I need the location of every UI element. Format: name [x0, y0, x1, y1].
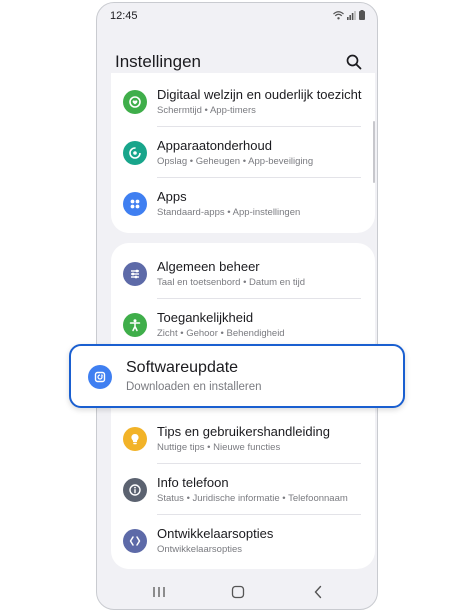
recent-apps-icon: [153, 587, 165, 597]
settings-item-subtitle: Opslag • Geheugen • App-beveiliging: [157, 156, 314, 167]
scrollbar[interactable]: [373, 121, 375, 183]
navigation-bar: [97, 575, 377, 609]
settings-item-apps[interactable]: Apps Standaard-apps • App-instellingen: [111, 178, 375, 229]
search-icon: [346, 54, 362, 70]
back-button[interactable]: [308, 583, 328, 601]
apps-icon: [123, 192, 147, 216]
settings-item-subtitle: Nuttige tips • Nieuwe functies: [157, 442, 281, 453]
settings-item-digital-wellbeing[interactable]: Digitaal welzijn en ouderlijk toezicht S…: [111, 76, 375, 127]
settings-item-general-management[interactable]: Algemeen beheer Taal en toetsenbord • Da…: [111, 248, 375, 299]
settings-item-accessibility[interactable]: Toegankelijkheid Zicht • Gehoor • Behend…: [111, 299, 375, 350]
info-icon: [123, 478, 147, 502]
settings-item-title: Algemeen beheer: [157, 259, 260, 274]
settings-item-subtitle: Downloaden en installeren: [126, 381, 262, 393]
settings-item-title: Apps: [157, 189, 187, 204]
search-button[interactable]: [345, 53, 363, 71]
settings-item-title: Toegankelijkheid: [157, 310, 254, 325]
status-time: 12:45: [110, 10, 138, 22]
settings-item-title: Ontwikkelaarsopties: [157, 526, 274, 541]
device-care-icon: [123, 141, 147, 165]
settings-item-software-update[interactable]: Softwareupdate Downloaden en installeren: [69, 344, 405, 408]
settings-item-subtitle: Status • Juridische informatie • Telefoo…: [157, 493, 348, 504]
settings-item-about-phone[interactable]: Info telefoon Status • Juridische inform…: [111, 464, 375, 515]
settings-group-personal: Digitaal welzijn en ouderlijk toezicht S…: [111, 73, 375, 233]
home-icon: [231, 585, 245, 599]
software-update-icon: [88, 365, 112, 389]
accessibility-icon: [123, 313, 147, 337]
settings-item-title: Tips en gebruikershandleiding: [157, 424, 330, 439]
home-button[interactable]: [228, 583, 248, 601]
lightbulb-icon: [123, 427, 147, 451]
phone-frame: 12:45 Instellingen Digitaal welzijn en o…: [96, 2, 378, 610]
settings-item-title: Softwareupdate: [126, 359, 239, 376]
wellbeing-icon: [123, 90, 147, 114]
status-icons: [333, 10, 365, 20]
settings-item-title: Digitaal welzijn en ouderlijk toezicht: [157, 87, 362, 102]
settings-item-title: Apparaatonderhoud: [157, 138, 272, 153]
sliders-icon: [123, 262, 147, 286]
settings-item-device-care[interactable]: Apparaatonderhoud Opslag • Geheugen • Ap…: [111, 127, 375, 178]
code-braces-icon: [123, 529, 147, 553]
back-icon: [314, 585, 322, 599]
recent-apps-button[interactable]: [149, 583, 169, 601]
settings-item-subtitle: Ontwikkelaarsopties: [157, 544, 243, 555]
signal-icon: [347, 10, 356, 20]
settings-item-title: Info telefoon: [157, 475, 229, 490]
settings-item-subtitle: Taal en toetsenbord • Datum en tijd: [157, 277, 306, 288]
status-bar: 12:45: [97, 3, 377, 29]
battery-icon: [359, 10, 365, 20]
page-title: Instellingen: [115, 52, 202, 71]
settings-item-subtitle: Schermtijd • App-timers: [157, 105, 256, 116]
settings-item-developer-options[interactable]: Ontwikkelaarsopties Ontwikkelaarsopties: [111, 515, 375, 566]
settings-item-subtitle: Zicht • Gehoor • Behendigheid: [157, 328, 285, 339]
settings-item-subtitle: Standaard-apps • App-instellingen: [157, 207, 301, 218]
settings-item-tips[interactable]: Tips en gebruikershandleiding Nuttige ti…: [111, 413, 375, 464]
wifi-icon: [333, 10, 344, 19]
